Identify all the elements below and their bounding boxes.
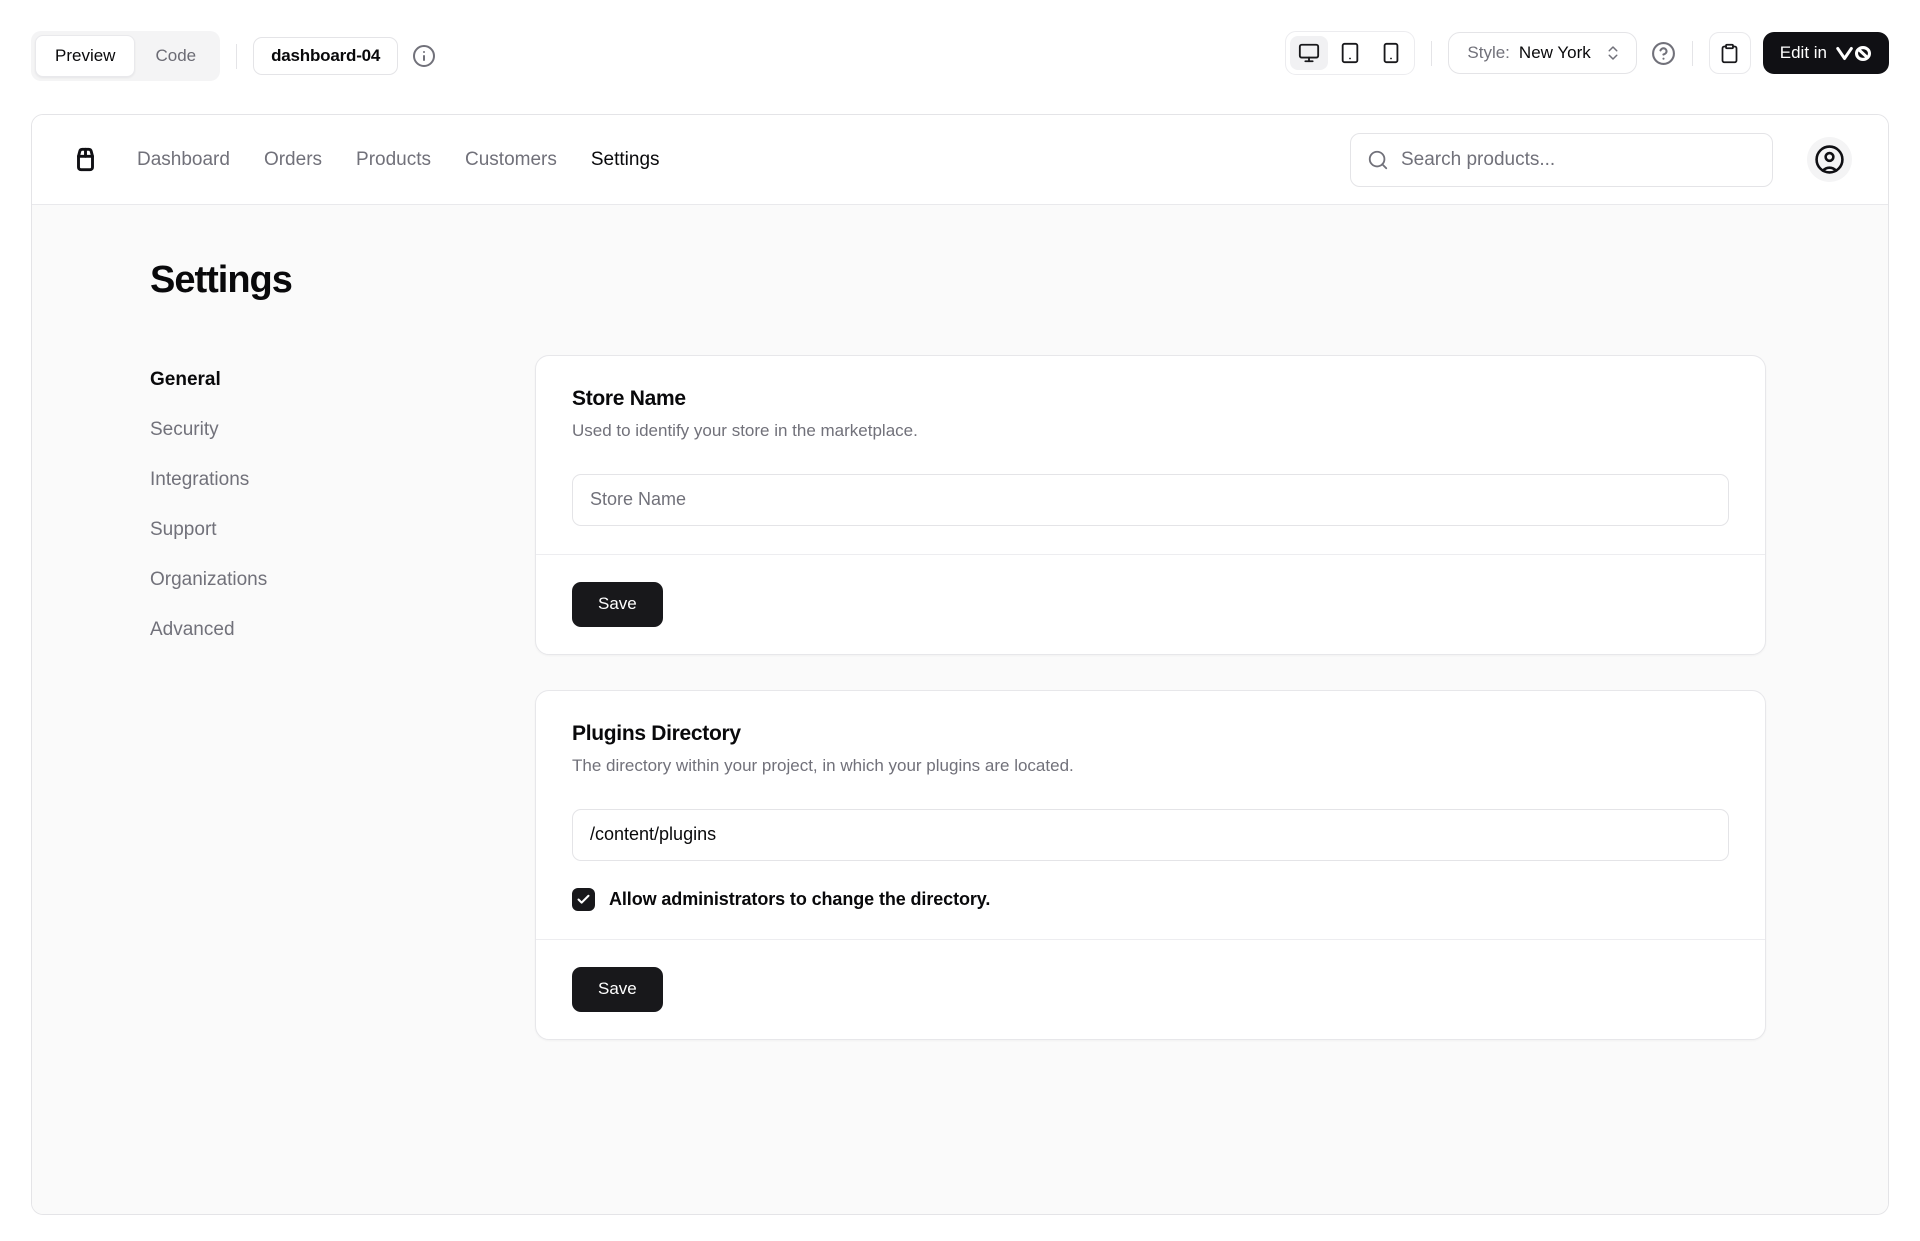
- nav-link-customers[interactable]: Customers: [465, 149, 557, 171]
- allow-admins-checkbox-label[interactable]: Allow administrators to change the direc…: [609, 889, 990, 910]
- edit-in-v0-button[interactable]: Edit in: [1762, 32, 1889, 74]
- store-name-card-body: Store Name Used to identify your store i…: [536, 356, 1765, 554]
- plugins-directory-card-title: Plugins Directory: [572, 721, 741, 745]
- settings-page: Settings General Security Integrations S…: [32, 205, 1888, 1214]
- nav-link-dashboard[interactable]: Dashboard: [137, 149, 230, 171]
- block-preview-toolbar: Preview Code dashboard-04 Style: New Yor…: [0, 0, 1920, 114]
- sidebar-item-advanced[interactable]: Advanced: [150, 605, 535, 655]
- plugins-directory-card-body: Plugins Directory The directory within y…: [536, 691, 1765, 939]
- block-name-badge[interactable]: dashboard-04: [253, 37, 399, 75]
- sidebar-item-general[interactable]: General: [150, 355, 535, 405]
- block-preview-frame: Dashboard Orders Products Customers Sett…: [31, 114, 1889, 1215]
- style-selector-label: Style:: [1467, 43, 1510, 62]
- store-name-card-description: Used to identify your store in the marke…: [572, 420, 918, 440]
- tab-code[interactable]: Code: [135, 35, 216, 77]
- device-size-toggle: [1285, 31, 1416, 75]
- store-name-input[interactable]: [572, 473, 1729, 526]
- allow-admins-checkbox[interactable]: [572, 887, 595, 911]
- toolbar-divider: [236, 43, 238, 69]
- search-input[interactable]: [1401, 148, 1756, 171]
- plugins-directory-card-footer: Save: [536, 938, 1765, 1039]
- style-selector-value: New York: [1518, 43, 1591, 62]
- info-circle-icon[interactable]: [412, 44, 436, 68]
- chevrons-up-down-icon: [1604, 44, 1622, 62]
- circle-user-icon[interactable]: [1807, 137, 1852, 182]
- settings-layout: General Security Integrations Support Or…: [150, 354, 1766, 1040]
- monitor-icon[interactable]: [1290, 36, 1329, 70]
- store-name-save-button[interactable]: Save: [572, 581, 663, 627]
- check-icon: [576, 892, 591, 907]
- sidebar-item-organizations[interactable]: Organizations: [150, 555, 535, 605]
- edit-in-v0-label: Edit in: [1779, 43, 1827, 62]
- help-circle-icon[interactable]: [1651, 41, 1676, 66]
- nav-link-orders[interactable]: Orders: [264, 149, 322, 171]
- style-selector[interactable]: Style: New York: [1448, 32, 1637, 74]
- smartphone-icon[interactable]: [1372, 36, 1410, 70]
- sidebar-item-integrations[interactable]: Integrations: [150, 455, 535, 505]
- view-toggle: Preview Code: [31, 31, 221, 81]
- v0-logo-icon: [1836, 45, 1872, 62]
- toolbar-divider: [1691, 40, 1693, 66]
- plugins-directory-card: Plugins Directory The directory within y…: [535, 689, 1766, 1040]
- app-navbar: Dashboard Orders Products Customers Sett…: [32, 115, 1888, 205]
- store-name-card: Store Name Used to identify your store i…: [535, 354, 1766, 655]
- toolbar-left-group: Preview Code dashboard-04: [31, 31, 436, 81]
- product-search: [1350, 132, 1773, 187]
- clipboard-icon[interactable]: [1708, 32, 1751, 74]
- settings-sidebar: General Security Integrations Support Or…: [150, 355, 535, 655]
- tablet-icon[interactable]: [1331, 36, 1369, 70]
- page-title: Settings: [150, 259, 293, 301]
- sidebar-item-support[interactable]: Support: [150, 505, 535, 555]
- sidebar-item-security[interactable]: Security: [150, 405, 535, 455]
- plugins-directory-card-description: The directory within your project, in wh…: [572, 755, 1074, 775]
- store-name-card-title: Store Name: [572, 386, 686, 410]
- nav-link-settings[interactable]: Settings: [591, 149, 660, 171]
- plugins-directory-input[interactable]: [572, 808, 1729, 861]
- store-name-card-footer: Save: [536, 553, 1765, 654]
- allow-admins-checkbox-row: Allow administrators to change the direc…: [572, 887, 1729, 911]
- settings-main-column: Store Name Used to identify your store i…: [535, 354, 1766, 1040]
- search-icon: [1367, 149, 1389, 171]
- toolbar-divider: [1431, 40, 1433, 66]
- store-icon[interactable]: [68, 142, 103, 177]
- nav-link-products[interactable]: Products: [356, 149, 431, 171]
- toolbar-right-group: Style: New York Edit in: [1285, 31, 1889, 75]
- tab-preview[interactable]: Preview: [35, 35, 136, 77]
- plugins-directory-save-button[interactable]: Save: [572, 966, 663, 1012]
